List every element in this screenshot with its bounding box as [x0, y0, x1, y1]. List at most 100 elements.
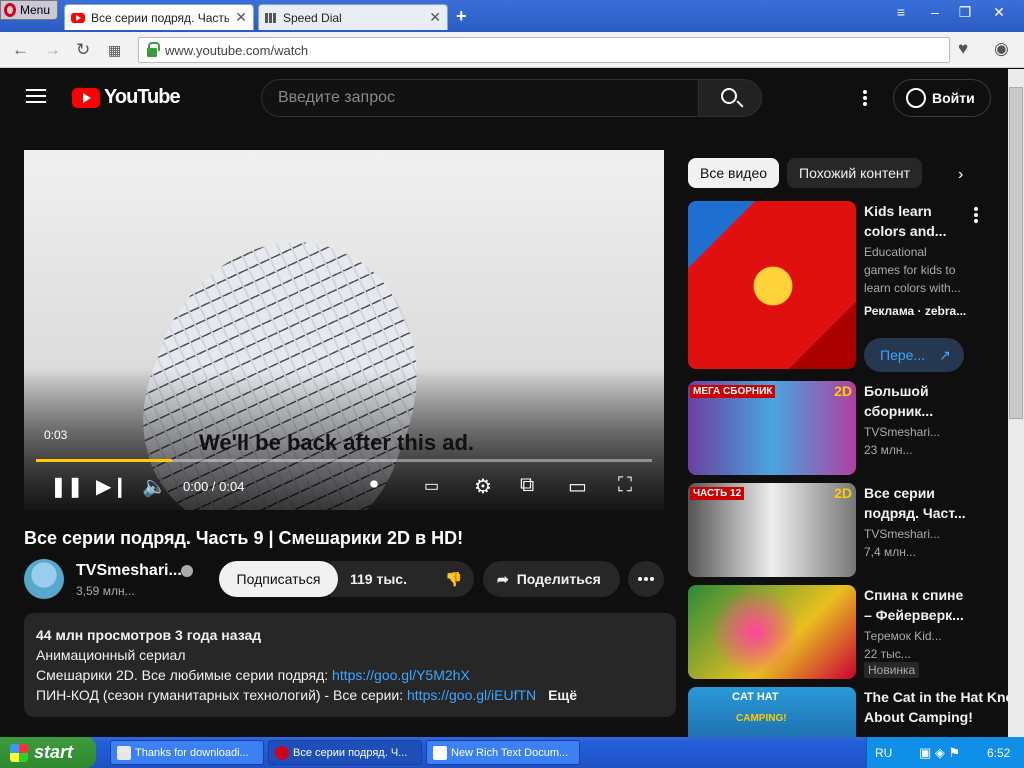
show-more-link[interactable]: Ещё: [548, 687, 577, 703]
more-actions-button[interactable]: [628, 561, 664, 597]
video-thumbnail[interactable]: [688, 201, 856, 369]
external-link-icon: ↗: [939, 346, 951, 363]
subscribe-label: Подписаться: [236, 571, 321, 587]
thumbnail-label: CAMPING!: [736, 713, 787, 724]
youtube-page: YouTube Введите запрос Войти 0:03 We'll …: [0, 69, 1008, 737]
forward-icon[interactable]: →: [44, 40, 61, 60]
fullscreen-icon[interactable]: ⛶: [618, 474, 632, 497]
tab-speed-dial[interactable]: Speed Dial ✕: [258, 4, 448, 30]
sponsor-label: Реклама · zebra...: [864, 304, 967, 318]
minimize-button[interactable]: ‒: [922, 2, 948, 22]
rec-title[interactable]: Спина к спине – Фейерверк...: [864, 585, 984, 625]
search-input[interactable]: Введите запрос: [261, 79, 699, 117]
url-field[interactable]: www.youtube.com/watch: [138, 37, 950, 63]
language-indicator[interactable]: RU: [875, 746, 892, 760]
search-button[interactable]: [698, 79, 762, 117]
youtube-play-logo-icon: [72, 87, 100, 108]
chip-all-videos[interactable]: Все видео: [688, 158, 780, 188]
bookmark-heart-icon[interactable]: ♥: [958, 39, 968, 59]
close-tab-icon[interactable]: ✕: [429, 9, 441, 26]
tab-label: Speed Dial: [283, 10, 342, 25]
back-icon[interactable]: ←: [12, 40, 29, 60]
pause-icon[interactable]: ❚❚: [50, 474, 84, 499]
page-scrollbar[interactable]: [1008, 69, 1024, 737]
tab-youtube[interactable]: Все серии подряд. Часть 9 ✕: [64, 4, 254, 30]
chip-related[interactable]: Похожий контент: [787, 158, 923, 188]
description-box[interactable]: 44 млн просмотров 3 года назад Анимацион…: [24, 613, 676, 717]
new-badge: Новинка: [864, 662, 920, 678]
new-tab-button[interactable]: +: [456, 6, 467, 27]
taskbar-item-label: Все серии подряд. Ч...: [293, 746, 408, 759]
thumbnail-label: 2D: [834, 383, 852, 399]
video-thumbnail[interactable]: МЕГА СБОРНИК 2D: [688, 381, 856, 475]
taskbar-item[interactable]: Все серии подряд. Ч...: [268, 740, 422, 765]
ad-countdown: 0:03: [44, 428, 68, 442]
reload-icon[interactable]: ↻: [76, 40, 90, 60]
progress-bar[interactable]: [36, 459, 652, 462]
video-player[interactable]: 0:03 We'll be back after this ad. ❚❚ ▶❙ …: [24, 150, 664, 510]
menu-hamburger-icon[interactable]: [26, 89, 46, 103]
description-link[interactable]: https://goo.gl/iEUfTN: [407, 687, 536, 703]
filter-chips: Все видео Похожий контент: [688, 158, 923, 188]
like-dislike-group[interactable]: 119 тыс. 👎: [330, 561, 474, 597]
close-window-button[interactable]: ✕: [986, 2, 1012, 22]
logo-text: YouTube: [104, 86, 181, 108]
rec-title[interactable]: Большой сборник...: [864, 381, 984, 421]
rec-channel: Теремок Kid...: [864, 629, 942, 643]
video-thumbnail[interactable]: CAT HAT CAMPING!: [688, 687, 856, 737]
settings-more-icon[interactable]: [863, 96, 867, 100]
account-icon[interactable]: ◉: [994, 39, 1009, 59]
miniplayer-icon[interactable]: ⧉: [520, 474, 534, 497]
more-options-icon[interactable]: [974, 213, 978, 217]
settings-gear-icon[interactable]: ⚙: [474, 474, 492, 499]
taskbar-item[interactable]: New Rich Text Docum...: [426, 740, 580, 765]
ad-recommendation[interactable]: Kids learn colors and... Educational gam…: [688, 201, 1008, 373]
sign-in-label: Войти: [932, 90, 975, 106]
youtube-logo[interactable]: YouTube: [72, 86, 181, 109]
rec-title[interactable]: The Cat in the Hat Knows About Camping!: [864, 687, 1008, 727]
channel-subscribers: 3,59 млн...: [76, 584, 135, 598]
taskbar-item[interactable]: Thanks for downloadi...: [110, 740, 264, 765]
subscribe-button[interactable]: Подписаться: [219, 561, 338, 597]
player-controls: ❚❚ ▶❙ 🔈 0:00 / 0:04 ⏺ ▭ ⚙ ⧉ ▭ ⛶: [24, 470, 664, 504]
autoplay-toggle-icon[interactable]: ⏺: [370, 476, 378, 494]
share-button[interactable]: ➦ Поделиться: [483, 561, 620, 597]
recommendation-item[interactable]: МЕГА СБОРНИК 2D Большой сборник... TVSme…: [688, 381, 1008, 477]
description-line: ПИН-КОД (сезон гуманитарных технологий) …: [36, 687, 407, 703]
dislike-icon[interactable]: 👎: [445, 571, 462, 588]
chevron-right-icon[interactable]: ›: [958, 166, 963, 184]
start-button[interactable]: start: [0, 737, 96, 768]
opera-icon: [275, 745, 289, 760]
maximize-button[interactable]: ❐: [952, 2, 978, 22]
browser-tab-bar: Menu Все серии подряд. Часть 9 ✕ Speed D…: [0, 0, 1024, 32]
video-thumbnail[interactable]: ЧАСТЬ 12 2D: [688, 483, 856, 577]
video-thumbnail[interactable]: [688, 585, 856, 679]
tab-list-icon[interactable]: ≡: [888, 2, 914, 22]
close-tab-icon[interactable]: ✕: [235, 9, 247, 26]
recommendation-item[interactable]: Спина к спине – Фейерверк... Теремок Kid…: [688, 585, 1008, 681]
taskbar-item-label: New Rich Text Docum...: [451, 746, 569, 759]
visit-ad-button[interactable]: Пере... ↗: [864, 338, 964, 372]
subtitles-icon[interactable]: ▭: [424, 476, 439, 496]
speed-dial-grid-icon[interactable]: ▦: [108, 42, 121, 59]
channel-avatar[interactable]: [24, 559, 64, 599]
recommendation-item[interactable]: CAT HAT CAMPING! The Cat in the Hat Know…: [688, 687, 1008, 737]
recommendation-item[interactable]: ЧАСТЬ 12 2D Все серии подряд. Част... TV…: [688, 483, 1008, 579]
opera-menu-button[interactable]: Menu: [0, 0, 58, 20]
url-text: www.youtube.com/watch: [165, 42, 309, 58]
theater-mode-icon[interactable]: ▭: [568, 474, 587, 499]
taskbar-item-label: Thanks for downloadi...: [135, 746, 249, 759]
scrollbar-thumb[interactable]: [1009, 87, 1023, 419]
channel-name[interactable]: TVSmeshari...: [76, 562, 182, 580]
window-icon: [117, 745, 131, 760]
volume-icon[interactable]: 🔈: [142, 474, 167, 499]
rec-title[interactable]: Все серии подряд. Част...: [864, 483, 984, 523]
sign-in-button[interactable]: Войти: [893, 79, 991, 117]
next-icon[interactable]: ▶❙: [96, 474, 128, 499]
thumbnail-label: МЕГА СБОРНИК: [690, 385, 776, 398]
rec-channel: TVSmeshari...: [864, 425, 941, 439]
like-count[interactable]: 119 тыс.: [350, 571, 407, 587]
description-link[interactable]: https://goo.gl/Y5M2hX: [332, 667, 470, 683]
tray-icons[interactable]: ▣ ◈ ⚑: [919, 745, 960, 761]
rec-title[interactable]: Kids learn colors and...: [864, 201, 984, 241]
